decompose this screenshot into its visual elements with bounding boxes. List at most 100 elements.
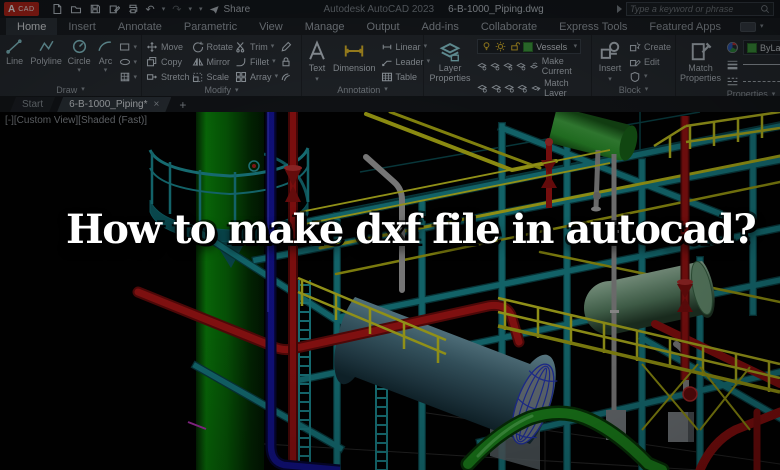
layer-isolate-icon[interactable] — [516, 60, 526, 72]
match-layer-label[interactable]: Match Layer — [544, 78, 587, 96]
share-label: Share — [223, 3, 251, 15]
undo-icon[interactable]: ↶ — [146, 3, 155, 16]
qat-customize-icon[interactable]: ▾ — [199, 6, 203, 13]
offset-tool[interactable] — [280, 71, 292, 83]
stretch-tool[interactable]: Stretch — [146, 71, 190, 83]
leader-tool[interactable]: Leader ▾ — [381, 55, 430, 68]
hatch-tool[interactable]: ▾ — [119, 71, 137, 83]
tab-overflow[interactable]: ▾ — [732, 18, 772, 35]
fillet-tool[interactable]: Fillet ▾ — [235, 56, 278, 68]
panel-properties: Match Properties ByLayer ▾ ByLayer — [676, 35, 780, 96]
logo-sub: CAD — [18, 5, 35, 13]
plot-icon[interactable] — [127, 3, 139, 15]
tab-home[interactable]: Home — [6, 18, 58, 35]
panel-block: Insert ▾ Create Edit ▾ Block ▾ — [592, 35, 676, 96]
mirror-tool[interactable]: Mirror — [192, 56, 234, 68]
tab-insert[interactable]: Insert — [57, 18, 107, 35]
layer-lock-icon[interactable] — [503, 60, 513, 72]
ellipse-tool[interactable]: ▾ — [119, 56, 137, 68]
tab-add-ins[interactable]: Add-ins — [411, 18, 470, 35]
new-drawing-tab-button[interactable]: + — [173, 98, 192, 112]
polyline-tool[interactable]: Polyline — [30, 38, 62, 66]
layer-thaw-icon — [495, 41, 506, 52]
trim-tool[interactable]: Trim ▾ — [235, 41, 278, 53]
array-tool[interactable]: Array ▾ — [235, 71, 278, 83]
share-plane-icon — [209, 4, 220, 15]
share-button[interactable]: Share — [209, 3, 251, 15]
match-layer-icon[interactable] — [531, 82, 541, 94]
tab-output[interactable]: Output — [356, 18, 411, 35]
annotation-panel-label[interactable]: Annotation ▾ — [302, 83, 423, 96]
layer-on-icon — [481, 41, 492, 52]
layer-unlock-icon — [509, 41, 520, 52]
tab-annotate[interactable]: Annotate — [107, 18, 173, 35]
copy-tool[interactable]: Copy — [146, 56, 190, 68]
block-panel-label[interactable]: Block ▾ — [592, 83, 675, 96]
linetype-select[interactable]: ByLayer — [726, 74, 780, 89]
active-layer-name: Vessels — [536, 41, 568, 52]
arc-caret-icon: ▾ — [103, 67, 108, 74]
color-swatch — [747, 42, 758, 53]
title-bar-center: Autodesk AutoCAD 2023 6-B-1000_Piping.dw… — [256, 4, 611, 15]
new-file-icon[interactable] — [51, 3, 63, 15]
help-search — [617, 2, 774, 16]
line-tool[interactable]: Line — [4, 38, 25, 66]
erase-tool[interactable] — [280, 41, 292, 53]
close-tab-icon[interactable]: × — [154, 99, 160, 110]
search-input[interactable] — [630, 4, 760, 14]
tab-express-tools[interactable]: Express Tools — [548, 18, 638, 35]
layer-off-icon[interactable] — [477, 60, 487, 72]
insert-block-tool[interactable]: Insert ▾ — [596, 38, 624, 83]
autocad-logo[interactable]: A CAD — [4, 2, 39, 16]
explode-tool[interactable] — [280, 56, 292, 68]
viewport-controls[interactable]: [-][Custom View][Shaded (Fast)] — [5, 115, 147, 126]
open-file-icon[interactable] — [70, 3, 82, 15]
tab-featured-apps[interactable]: Featured Apps — [638, 18, 732, 35]
redo-caret-icon[interactable]: ▾ — [188, 6, 192, 13]
tab-parametric[interactable]: Parametric — [173, 18, 248, 35]
linear-dimension-tool[interactable]: Linear ▾ — [381, 40, 431, 53]
layer-merge-icon[interactable] — [504, 82, 514, 94]
ribbon: Line Polyline Circle ▾ Arc ▾ ▾ ▾ ▾ Draw ▾ — [0, 35, 780, 96]
tab-view[interactable]: View — [248, 18, 294, 35]
layer-freeze-icon[interactable] — [490, 60, 500, 72]
properties-panel-label[interactable]: Properties ▾ — [676, 89, 780, 96]
scale-tool[interactable]: Scale — [192, 71, 234, 83]
rectangle-tool[interactable]: ▾ — [119, 41, 137, 53]
save-icon[interactable] — [89, 3, 101, 15]
create-block-tool[interactable]: Create — [629, 40, 671, 53]
move-tool[interactable]: Move — [146, 41, 190, 53]
search-expand-icon[interactable] — [617, 5, 622, 13]
layer-unisolate-icon[interactable] — [477, 82, 487, 94]
rotate-tool[interactable]: Rotate — [192, 41, 233, 53]
object-color-select[interactable]: ByLayer ▾ — [743, 40, 780, 55]
save-as-icon[interactable] — [108, 3, 120, 15]
text-tool[interactable]: Text ▾ — [306, 38, 328, 83]
tab-collaborate[interactable]: Collaborate — [470, 18, 548, 35]
make-current-label[interactable]: Make Current — [542, 56, 587, 76]
dimension-tool[interactable]: Dimension — [333, 38, 376, 74]
file-tab-start[interactable]: Start — [10, 97, 55, 112]
make-current-icon[interactable] — [529, 60, 539, 72]
block-attributes-tool[interactable]: ▾ — [629, 70, 671, 83]
layer-select[interactable]: Vessels ▾ — [477, 39, 582, 54]
undo-caret-icon[interactable]: ▾ — [162, 6, 166, 13]
redo-icon[interactable]: ↷ — [172, 3, 181, 16]
layer-walk-icon[interactable] — [491, 82, 501, 94]
color-wheel-icon[interactable] — [726, 41, 739, 54]
match-properties-tool[interactable]: Match Properties — [680, 38, 721, 84]
file-tab-drawing[interactable]: 6-B-1000_Piping* × — [57, 97, 171, 112]
lineweight-select[interactable]: ByLayer — [726, 57, 780, 72]
table-tool[interactable]: Table — [381, 70, 431, 83]
draw-panel-label[interactable]: Draw ▾ — [0, 83, 141, 96]
modify-panel-label[interactable]: Modify ▾ — [142, 84, 301, 96]
layer-properties-tool[interactable]: Layer Properties — [428, 38, 472, 84]
layer-delete-icon[interactable] — [517, 82, 527, 94]
circle-tool[interactable]: Circle ▾ — [67, 38, 92, 74]
arc-tool[interactable]: Arc ▾ — [96, 38, 114, 74]
search-icon[interactable] — [760, 4, 770, 14]
app-title: Autodesk AutoCAD 2023 — [323, 3, 435, 15]
drawing-viewport[interactable]: [-][Custom View][Shaded (Fast)] — [0, 107, 780, 470]
edit-block-tool[interactable]: Edit — [629, 55, 671, 68]
tab-manage[interactable]: Manage — [294, 18, 356, 35]
